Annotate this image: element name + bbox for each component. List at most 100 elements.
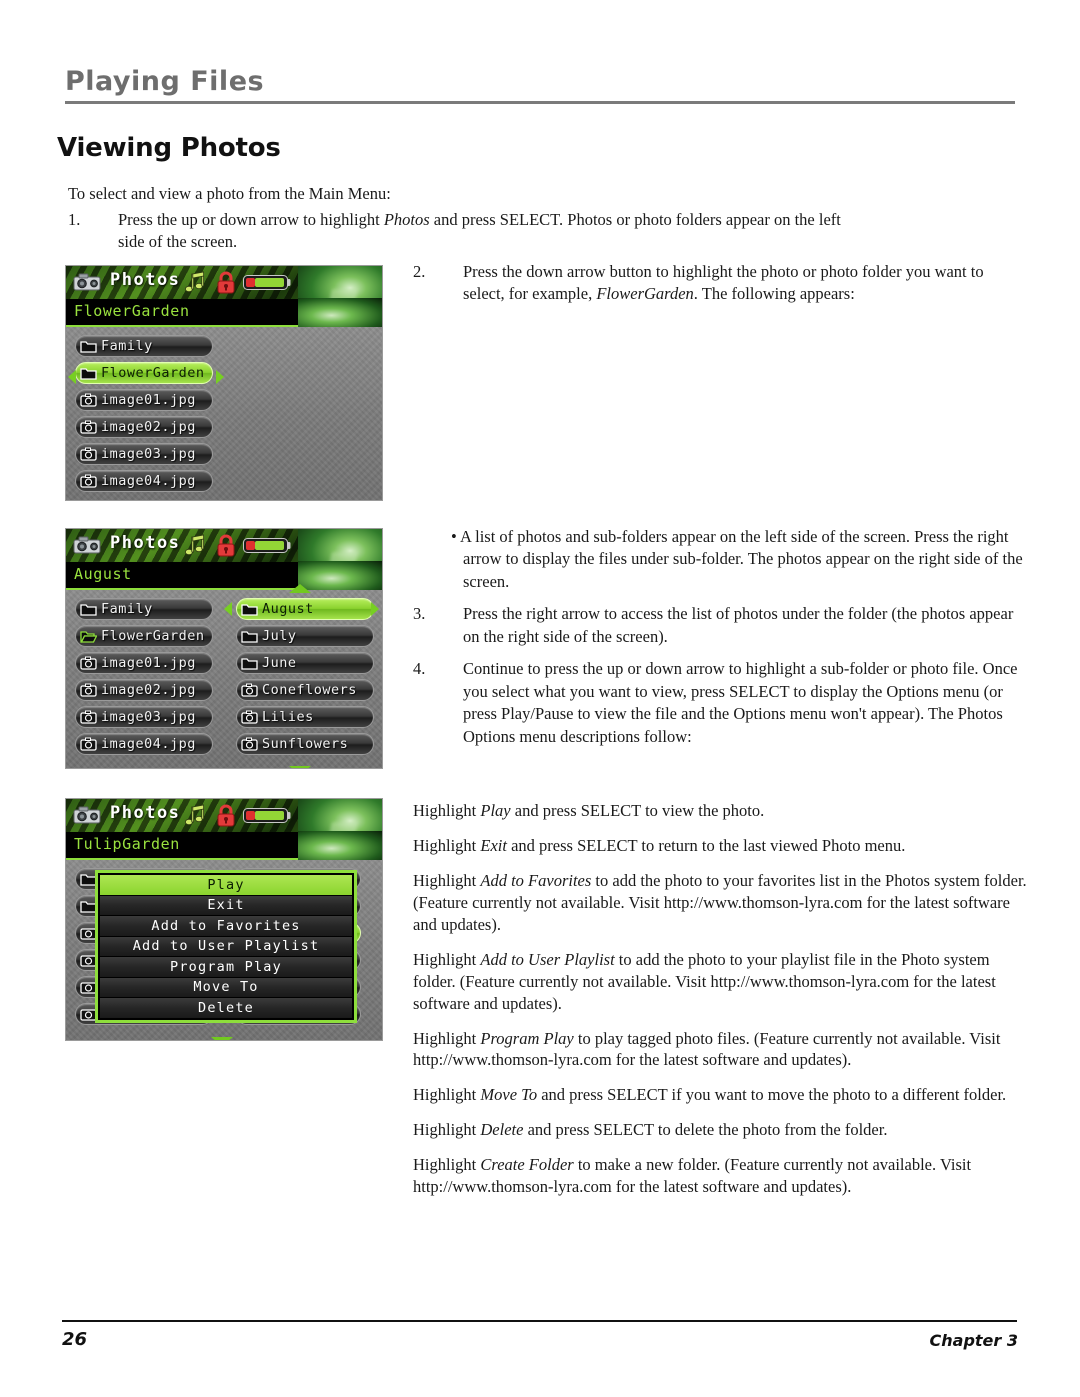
scroll-right-arrow-icon[interactable] — [371, 602, 379, 616]
device-header: Photos — [66, 266, 382, 324]
list-item-label: image03.jpg — [101, 446, 196, 462]
photo-icon — [80, 447, 97, 461]
list-item-label: July — [262, 628, 297, 644]
list-item[interactable]: image02.jpg — [75, 679, 213, 701]
step-text-a: Press the up or down arrow to highlight — [118, 210, 384, 229]
list-item[interactable]: image01.jpg — [75, 652, 213, 674]
list-item-label: Coneflowers — [262, 682, 357, 698]
preview-thumbnail-lower — [298, 298, 382, 327]
list-item[interactable]: June — [236, 652, 374, 674]
step-number: 4. — [413, 659, 426, 679]
description-paragraph: Highlight Play and press SELECT to view … — [413, 800, 1028, 822]
device-breadcrumb: August — [66, 561, 382, 590]
list-item[interactable]: image04.jpg — [75, 733, 213, 755]
options-descriptions: Highlight Play and press SELECT to view … — [413, 800, 1028, 1211]
desc-rest: and press SELECT if you want to move the… — [537, 1085, 1007, 1105]
description-paragraph: Highlight Delete and press SELECT to del… — [413, 1119, 1028, 1141]
menu-item-move-to[interactable]: Move To — [100, 977, 352, 998]
menu-item-add-to-favorites[interactable]: Add to Favorites — [100, 916, 352, 937]
scroll-right-arrow-icon[interactable] — [216, 370, 224, 384]
list-item[interactable]: image03.jpg — [75, 706, 213, 728]
step-emphasis: Photos — [383, 210, 430, 229]
desc-lead: Highlight — [413, 1085, 481, 1105]
scroll-up-arrow-icon[interactable] — [289, 584, 311, 593]
desc-lead: Highlight — [413, 1028, 481, 1048]
music-notes-icon — [185, 271, 204, 293]
device-breadcrumb: TulipGarden — [66, 831, 382, 860]
device-body: Play Exit Add to Favorites Add to User P… — [66, 860, 382, 1040]
menu-item-delete[interactable]: Delete — [100, 998, 352, 1018]
folder-open-icon — [80, 631, 97, 643]
menu-item-add-to-user-playlist[interactable]: Add to User Playlist — [100, 936, 352, 957]
file-list-left: Family FlowerGarden image01.jpg image02.… — [75, 598, 213, 760]
scroll-left-arrow-icon[interactable] — [224, 602, 232, 616]
footer-chapter-label: Chapter 3 — [929, 1331, 1018, 1350]
desc-emphasis: Program Play — [480, 1028, 574, 1048]
file-list-left: Family FlowerGarden image01.jpg image02.… — [75, 335, 213, 497]
list-item[interactable]: Family — [75, 598, 213, 620]
folder-icon — [241, 604, 258, 616]
desc-rest: and press SELECT to delete the photo fro… — [523, 1120, 888, 1140]
step-list-3: • A list of photos and sub-folders appea… — [413, 526, 1028, 758]
desc-lead: Highlight — [413, 870, 481, 890]
camera-icon — [73, 273, 101, 291]
list-item: 1. Press the up or down arrow to highlig… — [68, 209, 868, 254]
list-item[interactable]: Lilies — [236, 706, 374, 728]
photo-icon — [241, 710, 258, 724]
list-item[interactable]: image01.jpg — [75, 389, 213, 411]
list-item[interactable]: image03.jpg — [75, 443, 213, 465]
scroll-down-arrow-icon[interactable] — [211, 1037, 233, 1040]
page-header-title: Playing Files — [65, 66, 265, 97]
lock-icon — [217, 804, 235, 827]
list-item: 3. Press the right arrow to access the l… — [413, 603, 1028, 648]
list-item[interactable]: Family — [75, 335, 213, 357]
desc-lead: Highlight — [413, 801, 481, 820]
list-item[interactable]: Coneflowers — [236, 679, 374, 701]
device-title: Photos — [110, 803, 181, 823]
device-title: Photos — [110, 270, 181, 290]
bullet-item: • A list of photos and sub-folders appea… — [451, 527, 1023, 591]
device-screenshot-flowergarden: Photos FlowerGarden Family FlowerGarden … — [65, 265, 383, 501]
device-header: Photos — [66, 529, 382, 587]
list-item[interactable]: July — [236, 625, 374, 647]
list-item-label: image03.jpg — [101, 709, 196, 725]
list-item: 4. Continue to press the up or down arro… — [413, 658, 1028, 748]
list-item-label: image04.jpg — [101, 473, 196, 489]
photo-icon — [241, 683, 258, 697]
battery-icon — [243, 808, 291, 823]
list-item[interactable]: FlowerGarden — [75, 625, 213, 647]
step-list-2: 2. Press the down arrow button to highli… — [413, 261, 1028, 316]
scroll-down-arrow-icon[interactable] — [289, 766, 311, 768]
list-item[interactable]: image04.jpg — [75, 470, 213, 492]
step-number: 2. — [413, 262, 426, 281]
menu-item-program-play[interactable]: Program Play — [100, 957, 352, 978]
photo-icon — [80, 656, 97, 670]
desc-rest: and press SELECT to return to the last v… — [506, 835, 906, 855]
list-item[interactable]: Sunflowers — [236, 733, 374, 755]
desc-lead: Highlight — [413, 949, 481, 969]
list-item-selected[interactable]: August — [236, 598, 374, 620]
menu-item-exit[interactable]: Exit — [100, 895, 352, 916]
description-paragraph: Highlight Create Folder to make a new fo… — [413, 1154, 1028, 1198]
photo-icon — [241, 737, 258, 751]
music-notes-icon — [185, 804, 204, 826]
menu-item-play[interactable]: Play — [100, 875, 352, 896]
step-number: 1. — [68, 210, 81, 229]
page-number: 26 — [62, 1329, 88, 1350]
folder-icon — [80, 368, 97, 380]
footer-divider — [62, 1320, 1017, 1322]
desc-emphasis: Add to User Playlist — [480, 949, 615, 969]
list-item-label: image01.jpg — [101, 655, 196, 671]
list-item-label: August — [262, 601, 314, 617]
description-paragraph: Highlight Move To and press SELECT if yo… — [413, 1084, 1028, 1106]
breadcrumb-label: TulipGarden — [74, 835, 180, 853]
desc-rest: and press SELECT to view the photo. — [510, 801, 765, 820]
list-item[interactable]: image02.jpg — [75, 416, 213, 438]
scroll-left-arrow-icon[interactable] — [68, 370, 76, 384]
breadcrumb-label: FlowerGarden — [74, 302, 190, 320]
file-list-right: August July June Coneflowers Lilies Sunf… — [236, 598, 374, 760]
device-screenshot-tulipgarden: Photos TulipGarden Play Exit Add to Favo… — [65, 798, 383, 1041]
desc-emphasis: Create Folder — [480, 1155, 574, 1175]
list-item-selected[interactable]: FlowerGarden — [75, 362, 213, 384]
battery-icon — [243, 275, 291, 290]
